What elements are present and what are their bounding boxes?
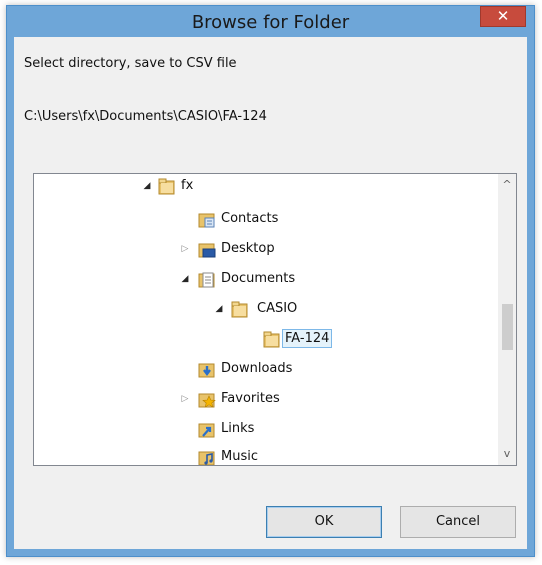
- expand-arrow-icon[interactable]: ◢: [142, 181, 152, 191]
- tree-item-label: CASIO: [257, 301, 298, 316]
- user-folder-icon: [158, 178, 176, 195]
- scroll-down-icon[interactable]: v: [498, 445, 516, 463]
- close-button[interactable]: ✕: [480, 6, 526, 27]
- expand-arrow-icon[interactable]: ◢: [180, 274, 190, 284]
- tree-item-music[interactable]: Music: [34, 445, 484, 465]
- tree-item-contacts[interactable]: Contacts: [34, 207, 484, 233]
- folder-icon: [231, 301, 249, 318]
- window-title: Browse for Folder: [191, 12, 350, 33]
- tree-item-label: Desktop: [221, 241, 275, 256]
- scroll-up-icon[interactable]: ^: [498, 176, 516, 194]
- tree-item-label: Links: [221, 421, 255, 436]
- tree-item-favorites[interactable]: ▷ Favorites: [34, 387, 484, 413]
- desktop-folder-icon: [198, 241, 216, 258]
- collapse-arrow-icon[interactable]: ▷: [180, 244, 190, 254]
- ok-button[interactable]: OK: [266, 506, 382, 538]
- tree-item-label: Contacts: [221, 211, 279, 226]
- vertical-scrollbar[interactable]: ^ v: [498, 174, 516, 465]
- cancel-button[interactable]: Cancel: [400, 506, 516, 538]
- favorites-folder-icon: [198, 391, 216, 408]
- downloads-folder-icon: [198, 361, 216, 378]
- tree-item-label-selected: FA-124: [282, 329, 333, 348]
- tree-item-label: Downloads: [221, 361, 293, 376]
- close-icon: ✕: [496, 7, 510, 25]
- tree-item-label: Documents: [221, 271, 296, 286]
- links-folder-icon: [198, 421, 216, 438]
- tree-item-documents[interactable]: ◢ Documents: [34, 267, 484, 293]
- tree-item-fa-124[interactable]: FA-124: [34, 327, 484, 353]
- contacts-folder-icon: [198, 211, 216, 228]
- tree-item-links[interactable]: Links: [34, 417, 484, 443]
- tree-item-desktop[interactable]: ▷ Desktop: [34, 237, 484, 263]
- tree-item-label: fx: [181, 178, 194, 193]
- folder-tree[interactable]: ◢ fx Contacts ▷ Desktop ◢ Documents ◢ CA…: [33, 173, 517, 466]
- tree-item-fx[interactable]: ◢ fx: [34, 174, 484, 200]
- title-bar[interactable]: Browse for Folder ✕: [7, 6, 534, 36]
- scroll-thumb[interactable]: [502, 304, 513, 350]
- tree-item-label: Favorites: [221, 391, 280, 406]
- tree-item-label: Music: [221, 449, 258, 464]
- folder-icon: [263, 331, 281, 348]
- tree-item-casio[interactable]: ◢ CASIO: [34, 297, 484, 323]
- selected-path: C:\Users\fx\Documents\CASIO\FA-124: [24, 109, 267, 124]
- collapse-arrow-icon[interactable]: ▷: [180, 394, 190, 404]
- instruction-text: Select directory, save to CSV file: [24, 56, 237, 71]
- documents-folder-icon: [198, 271, 216, 288]
- tree-item-downloads[interactable]: Downloads: [34, 357, 484, 383]
- expand-arrow-icon[interactable]: ◢: [214, 304, 224, 314]
- music-folder-icon: [198, 449, 216, 465]
